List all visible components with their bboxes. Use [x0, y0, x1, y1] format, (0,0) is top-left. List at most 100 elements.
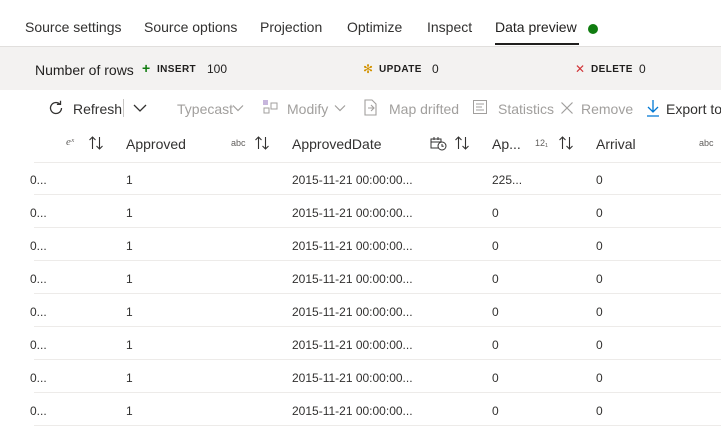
cell-approved-date: 2015-11-21 00:00:00... [292, 272, 413, 286]
table-body: 0... 1 2015-11-21 00:00:00... 225... 0 0... 1 2… [30, 162, 721, 426]
cell-arrival: 0 [596, 272, 603, 286]
datetime-type-icon [430, 137, 447, 151]
cell-ap: 0 [492, 371, 499, 385]
table-row[interactable]: 0... 1 2015-11-21 00:00:00... 0 0 [30, 393, 721, 426]
cell-arrival: 0 [596, 206, 603, 220]
insert-label: INSERT [157, 64, 197, 75]
export-label: Export to [666, 101, 721, 117]
update-count: 0 [432, 62, 439, 76]
statistics-label: Statistics [498, 101, 555, 117]
cell-approved: 1 [126, 338, 133, 352]
table-row[interactable]: 0... 1 2015-11-21 00:00:00... 0 0 [30, 327, 721, 360]
cell-approved: 1 [126, 404, 133, 418]
column-header-arrival[interactable]: Arrival [596, 136, 636, 152]
number-of-rows-label: Number of rows [35, 62, 134, 78]
cell-approved-date: 2015-11-21 00:00:00... [292, 305, 413, 319]
cell-ap: 0 [492, 338, 499, 352]
column-header-ap[interactable]: Ap... [492, 136, 521, 152]
cell-arrival: 0 [596, 404, 603, 418]
tab-inspect[interactable]: Inspect [427, 19, 472, 35]
sort-icon[interactable] [88, 134, 104, 152]
cell-approved-date: 2015-11-21 00:00:00... [292, 404, 413, 418]
table-row[interactable]: 0... 1 2015-11-21 00:00:00... 0 0 [30, 261, 721, 294]
map-drifted-icon [364, 99, 377, 116]
cell-arrival: 0 [596, 371, 603, 385]
toolbar-divider [123, 99, 124, 117]
cell-arrival: 0 [596, 173, 603, 187]
table-row[interactable]: 0... 1 2015-11-21 00:00:00... 0 0 [30, 228, 721, 261]
delete-label: DELETE [591, 64, 633, 75]
cell-col-0: 0... [30, 272, 47, 286]
cell-col-0: 0... [30, 404, 47, 418]
column-header-approved-date[interactable]: ApprovedDate [292, 136, 382, 152]
statistics-icon [473, 100, 487, 114]
column-type-badge: abc [699, 138, 714, 148]
preview-toolbar: Refresh Typecast Modify Map drifted Stat… [0, 90, 721, 126]
column-type-badge: abc [231, 138, 246, 148]
tab-bar: Source settings Source options Projectio… [0, 0, 721, 46]
status-indicator-dot [588, 24, 598, 34]
cell-col-0: 0... [30, 206, 47, 220]
cell-ap: 0 [492, 239, 499, 253]
update-asterisk-icon: ✻ [363, 62, 374, 76]
cell-approved: 1 [126, 206, 133, 220]
cell-approved: 1 [126, 239, 133, 253]
column-type-badge: 12₁ [535, 138, 549, 148]
tab-data-preview[interactable]: Data preview [495, 19, 577, 35]
chevron-down-icon [334, 105, 346, 112]
cell-col-0: 0... [30, 371, 47, 385]
cell-approved-date: 2015-11-21 00:00:00... [292, 239, 413, 253]
modify-icon [263, 100, 278, 114]
tab-optimize[interactable]: Optimize [347, 19, 402, 35]
insert-plus-icon: + [142, 60, 151, 76]
cell-approved: 1 [126, 272, 133, 286]
map-drifted-label: Map drifted [389, 101, 460, 117]
table-row[interactable]: 0... 1 2015-11-21 00:00:00... 0 0 [30, 360, 721, 393]
cell-approved: 1 [126, 371, 133, 385]
sort-icon[interactable] [454, 134, 470, 152]
insert-count: 100 [207, 62, 228, 76]
table-row[interactable]: 0... 1 2015-11-21 00:00:00... 0 0 [30, 294, 721, 327]
cell-col-0: 0... [30, 305, 47, 319]
chevron-down-icon[interactable] [133, 103, 147, 113]
row-stats-bar: Number of rows + INSERT 100 ✻ UPDATE 0 ✕… [0, 46, 721, 91]
typecast-label: Typecast [177, 101, 234, 117]
cell-col-0: 0... [30, 173, 47, 187]
refresh-label: Refresh [73, 101, 123, 117]
chevron-down-icon [232, 105, 244, 112]
cell-ap: 0 [492, 305, 499, 319]
sort-icon[interactable] [254, 134, 270, 152]
cell-approved-date: 2015-11-21 00:00:00... [292, 338, 413, 352]
cell-approved-date: 2015-11-21 00:00:00... [292, 371, 413, 385]
active-tab-underline [495, 43, 579, 45]
tab-source-options[interactable]: Source options [144, 19, 237, 35]
delete-x-icon: ✕ [575, 62, 586, 76]
cell-ap: 225... [492, 173, 523, 187]
cell-approved: 1 [126, 305, 133, 319]
cell-col-0: 0... [30, 338, 47, 352]
modify-label: Modify [287, 101, 329, 117]
column-type-badge: eˣ [66, 136, 74, 148]
cell-ap: 0 [492, 272, 499, 286]
delete-count: 0 [639, 62, 646, 76]
cell-arrival: 0 [596, 305, 603, 319]
table-row[interactable]: 0... 1 2015-11-21 00:00:00... 225... 0 [30, 162, 721, 195]
cell-ap: 0 [492, 404, 499, 418]
download-icon [647, 100, 659, 117]
cell-approved-date: 2015-11-21 00:00:00... [292, 206, 413, 220]
update-label: UPDATE [379, 64, 422, 75]
cell-col-0: 0... [30, 239, 47, 253]
table-row[interactable]: 0... 1 2015-11-21 00:00:00... 0 0 [30, 195, 721, 228]
cell-arrival: 0 [596, 239, 603, 253]
cell-arrival: 0 [596, 338, 603, 352]
column-header-approved[interactable]: Approved [126, 136, 186, 152]
remove-label: Remove [581, 101, 634, 117]
tab-source-settings[interactable]: Source settings [25, 19, 122, 35]
cell-approved: 1 [126, 173, 133, 187]
sort-icon[interactable] [558, 134, 574, 152]
close-icon [561, 102, 573, 114]
tab-projection[interactable]: Projection [260, 19, 322, 35]
table-header: eˣ Approved abc ApprovedDate Ap... 12₁ A… [34, 126, 721, 163]
cell-approved-date: 2015-11-21 00:00:00... [292, 173, 413, 187]
refresh-icon [49, 100, 63, 115]
